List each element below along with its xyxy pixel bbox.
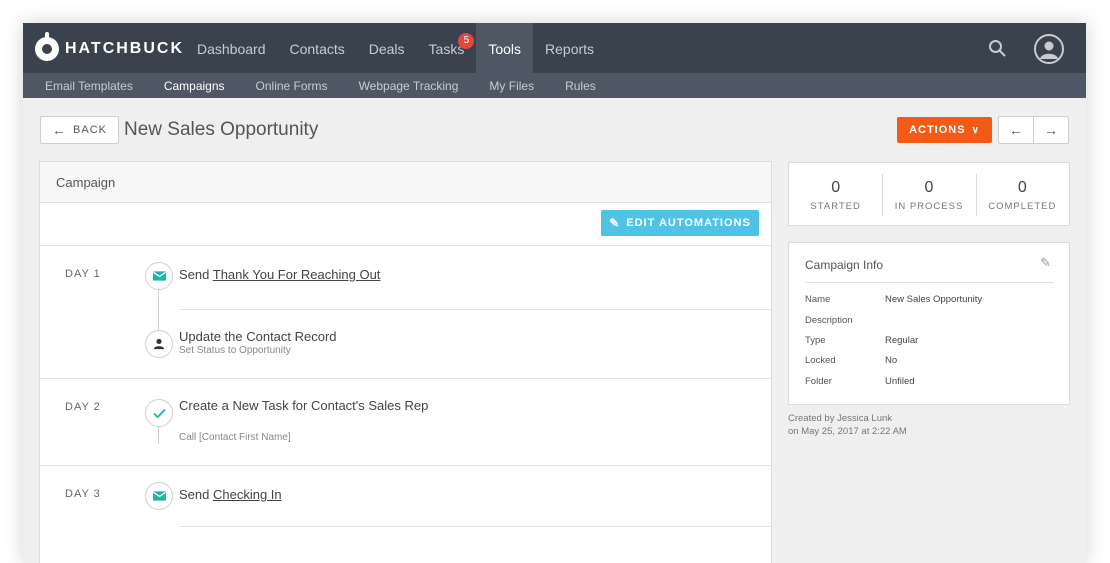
day-label: DAY 3 [65,488,101,500]
info-row-locked: Locked No [805,355,897,366]
nav-item-contacts[interactable]: Contacts [278,23,357,73]
next-arrow-icon[interactable]: → [1033,117,1068,143]
stat-in-process: 0 IN PROCESS [882,163,975,225]
info-value: Regular [885,335,919,346]
email-icon [145,262,173,290]
sub-nav: Email Templates Campaigns Online Forms W… [23,73,1086,98]
back-button[interactable]: ← BACK [40,116,119,144]
tasks-count-badge: 5 [458,33,475,49]
campaign-panel: Campaign ✎ EDIT AUTOMATIONS DAY 1 Send T… [39,161,772,563]
divider [40,245,771,246]
actions-label: ACTIONS [909,124,966,136]
edit-automations-label: EDIT AUTOMATIONS [626,217,751,229]
actions-button[interactable]: ACTIONS ∨ [897,117,992,143]
info-key: Description [805,315,853,326]
chevron-down-icon: ∨ [971,124,980,136]
day-label: DAY 2 [65,401,101,413]
created-meta: Created by Jessica Lunk on May 25, 2017 … [788,412,907,438]
divider [179,526,771,527]
app-window: HATCHBUCK Dashboard Contacts Deals Tasks… [23,23,1086,563]
pencil-icon: ✎ [609,216,621,230]
email-template-link[interactable]: Thank You For Reaching Out [213,267,381,282]
subnav-item-email-templates[interactable]: Email Templates [34,73,144,98]
edit-pencil-icon[interactable]: ✎ [1040,255,1051,271]
created-on: on May 25, 2017 at 2:22 AM [788,426,907,437]
arrow-left-icon: ← [52,122,68,138]
info-row-type: Type Regular [805,335,918,346]
info-key: Folder [805,376,832,387]
previous-arrow-icon[interactable]: ← [999,117,1033,143]
step-title: Send Checking In [179,487,282,502]
page-title: New Sales Opportunity [124,119,319,140]
email-template-link[interactable]: Checking In [213,487,282,502]
day-label: DAY 1 [65,268,101,280]
timeline-connector [158,290,159,333]
person-icon [145,330,173,358]
top-nav: HATCHBUCK Dashboard Contacts Deals Tasks… [23,23,1086,73]
info-key: Locked [805,355,836,366]
step-action: Send [179,487,213,502]
nav-item-deals[interactable]: Deals [357,23,417,73]
step-title: Create a New Task for Contact's Sales Re… [179,398,429,413]
stat-value: 0 [831,179,841,196]
campaign-info-title: Campaign Info [805,258,884,272]
subnav-item-my-files[interactable]: My Files [478,73,545,98]
divider [179,309,771,310]
divider [805,282,1054,283]
subnav-item-rules[interactable]: Rules [554,73,607,98]
info-key: Name [805,294,831,305]
step-title: Send Thank You For Reaching Out [179,267,380,282]
stat-started: 0 STARTED [789,163,882,225]
campaign-info-card: Campaign Info ✎ Name New Sales Opportuni… [788,242,1070,405]
check-icon [145,399,173,427]
subnav-item-campaigns[interactable]: Campaigns [153,73,236,98]
stat-label: COMPLETED [988,201,1057,212]
info-row-name: Name New Sales Opportunity [805,294,982,305]
subnav-item-webpage-tracking[interactable]: Webpage Tracking [348,73,470,98]
info-row-description: Description [805,315,885,326]
info-value: Unfiled [885,376,915,387]
user-avatar-icon[interactable] [1034,34,1064,64]
step-subtitle: Call [Contact First Name] [179,432,291,443]
record-pager: ← → [998,116,1069,144]
nav-item-reports[interactable]: Reports [533,23,606,73]
nav-item-tools[interactable]: Tools [476,23,534,73]
info-key: Type [805,335,826,346]
campaign-panel-title: Campaign [40,162,771,203]
subnav-item-online-forms[interactable]: Online Forms [245,73,339,98]
step-subtitle: Set Status to Opportunity [179,345,291,356]
edit-automations-button[interactable]: ✎ EDIT AUTOMATIONS [601,210,759,236]
divider [40,378,771,379]
stat-label: STARTED [810,201,861,212]
info-value: No [885,355,898,366]
info-value: New Sales Opportunity [885,294,983,305]
stat-completed: 0 COMPLETED [975,163,1069,225]
stat-value: 0 [924,179,934,196]
nav-item-dashboard[interactable]: Dashboard [185,23,278,73]
created-by: Created by Jessica Lunk [788,413,893,424]
stat-value: 0 [1017,179,1027,196]
divider [40,465,771,466]
brand-name: HATCHBUCK [65,40,185,57]
main-nav: Dashboard Contacts Deals Tasks 5 Tools R… [185,23,606,73]
step-action: Send [179,267,213,282]
campaign-stats: 0 STARTED 0 IN PROCESS 0 COMPLETED [788,162,1070,226]
search-icon[interactable] [988,39,1006,57]
back-label: BACK [73,124,107,136]
info-row-folder: Folder Unfiled [805,376,915,387]
brand-logo[interactable]: HATCHBUCK [35,32,185,63]
step-title: Update the Contact Record [179,329,337,344]
nav-item-tasks[interactable]: Tasks 5 [417,23,477,73]
email-icon [145,482,173,510]
hatchbuck-logo-icon [35,32,59,61]
stat-label: IN PROCESS [894,201,964,212]
timeline-connector [158,426,159,444]
